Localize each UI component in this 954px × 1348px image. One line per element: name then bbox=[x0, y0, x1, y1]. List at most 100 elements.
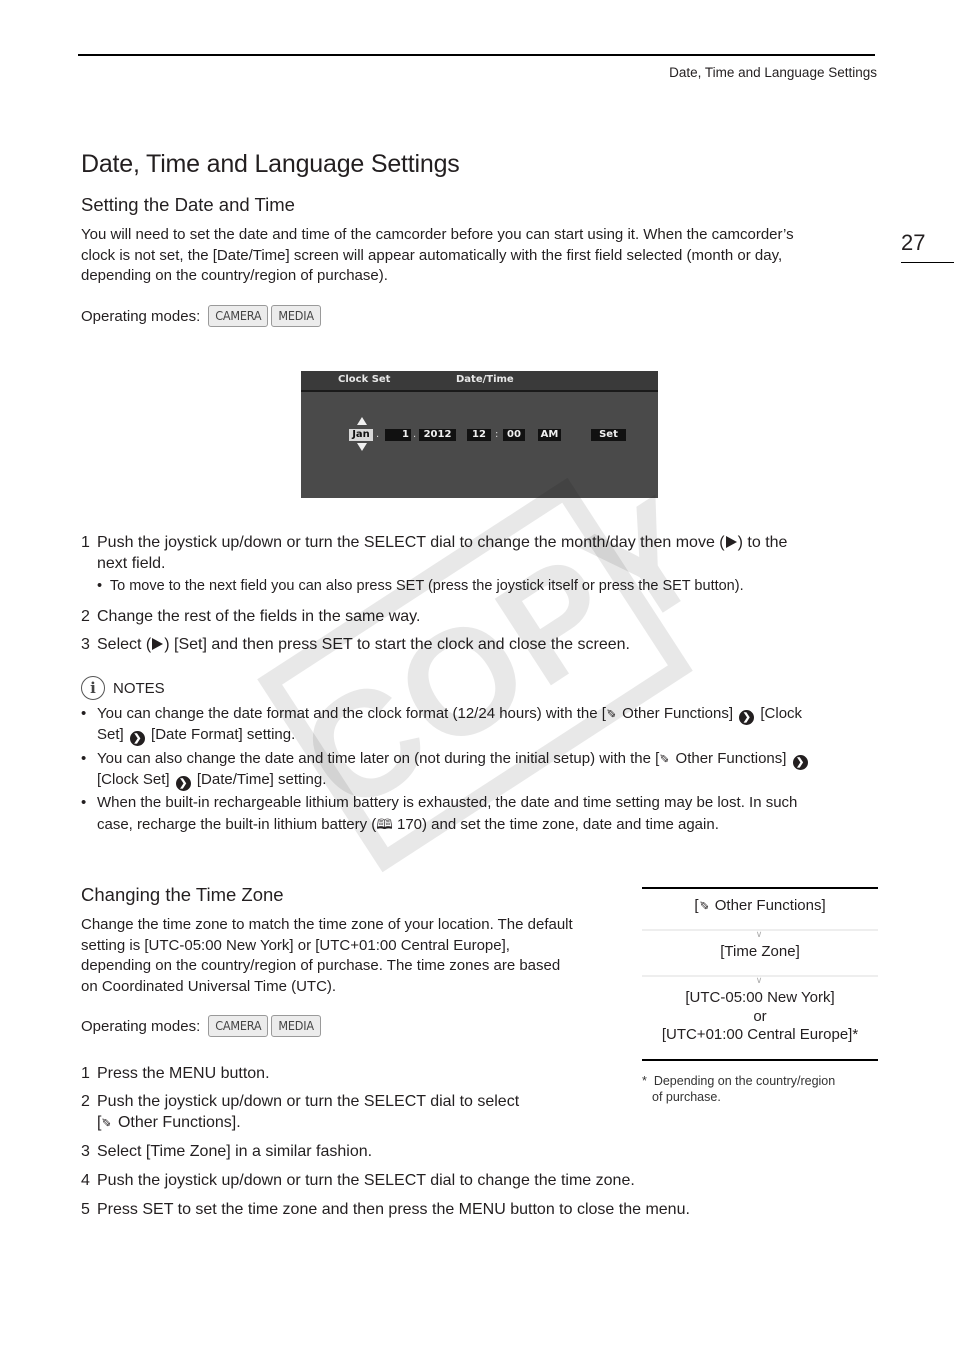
mode-badge-media: MEDIA bbox=[271, 1015, 321, 1037]
up-arrow-icon bbox=[357, 417, 367, 425]
bullet-icon: • bbox=[81, 750, 87, 767]
menu-path-item-setting: [UTC-05:00 New York] or [UTC+01:00 Centr… bbox=[642, 989, 878, 1045]
hour-field: 12 bbox=[467, 429, 491, 441]
date-separator: . bbox=[376, 429, 380, 440]
step-4: 4 Push the joystick up/down or turn the S… bbox=[81, 1170, 635, 1191]
page-reference-link[interactable]: 170 bbox=[393, 816, 422, 833]
step-3: 3 Select [Time Zone] in a similar fashion… bbox=[81, 1141, 372, 1162]
section2-intro: Change the time zone to match the time z… bbox=[81, 915, 621, 997]
section-title-time-zone: Changing the Time Zone bbox=[81, 884, 284, 905]
operating-modes: Operating modes: CAMERA MEDIA bbox=[81, 305, 321, 327]
nav-arrow-icon: ❯ bbox=[739, 710, 755, 725]
box-bottom-rule bbox=[642, 1059, 878, 1061]
screen-menu-label: Clock Set bbox=[338, 374, 391, 385]
footnote-mark: * bbox=[642, 1074, 647, 1088]
bullet-icon: • bbox=[81, 794, 87, 811]
wrench-icon: ✐ bbox=[101, 1116, 112, 1130]
step-text-continued: next field. bbox=[97, 555, 166, 572]
year-field: 2012 bbox=[419, 429, 456, 441]
menu-item-text: Other Functions] bbox=[710, 897, 826, 914]
step-text: Press SET to set the time zone and then … bbox=[97, 1201, 690, 1218]
menu-path-item-time-zone: [Time Zone] bbox=[720, 943, 800, 960]
section-title-date-time: Setting the Date and Time bbox=[81, 194, 295, 215]
intro-line: Change the time zone to match the time z… bbox=[81, 916, 573, 933]
note-item: • You can change the date format and the… bbox=[81, 704, 871, 746]
footnote-text: Depending on the country/region bbox=[653, 1074, 836, 1088]
step-text-continued: Other Functions]. bbox=[113, 1114, 241, 1131]
bracket: [ bbox=[694, 897, 699, 914]
book-icon: 🕮 bbox=[376, 815, 393, 832]
bullet-icon: • bbox=[81, 705, 87, 722]
note-text: [Date Format] setting. bbox=[146, 726, 296, 743]
nav-arrow-icon: ❯ bbox=[792, 755, 808, 770]
mode-badge-camera: CAMERA bbox=[208, 305, 269, 327]
note-text: ) and set the time zone, date and time a… bbox=[422, 815, 719, 833]
step-text: Select [Time Zone] in a similar fashion. bbox=[97, 1143, 373, 1160]
note-text: Other Functions] bbox=[617, 705, 738, 722]
note-text: case, recharge the built-in lithium batt… bbox=[97, 815, 377, 833]
step-text: ) to the bbox=[737, 534, 788, 551]
page-number: 27 bbox=[901, 230, 926, 255]
time-separator: : bbox=[495, 429, 499, 440]
note-item: • When the built-in rechargeable lithium… bbox=[81, 793, 871, 835]
wrench-icon: ✐ bbox=[605, 707, 616, 721]
note-item: • You can also change the date and time … bbox=[81, 749, 871, 791]
note-text: [Clock Set] bbox=[97, 771, 174, 788]
notes-label: NOTES bbox=[113, 679, 165, 697]
intro-line: on Coordinated Universal Time (UTC). bbox=[81, 977, 337, 995]
header-rule bbox=[78, 54, 875, 56]
intro-line: You will need to set the date and time o… bbox=[81, 226, 794, 243]
mode-badge-media: MEDIA bbox=[271, 305, 321, 327]
step-text: Select ( bbox=[97, 636, 152, 653]
day-field: 1 bbox=[385, 429, 411, 441]
operating-modes-label: Operating modes: bbox=[81, 1017, 201, 1035]
step-1: 1 Push the joystick up/down or turn the S… bbox=[81, 532, 876, 574]
step-2: 2 Change the rest of the fields in the sa… bbox=[81, 606, 420, 627]
step-number: 4 bbox=[81, 1172, 90, 1189]
note-text: [Clock bbox=[756, 705, 803, 722]
nav-arrow-icon: ❯ bbox=[129, 731, 145, 746]
down-arrow-icon bbox=[357, 443, 367, 451]
screen-title: Date/Time bbox=[456, 374, 514, 385]
step-text: Push the joystick up/down or turn the SE… bbox=[97, 1172, 635, 1189]
running-header: Date, Time and Language Settings bbox=[669, 65, 877, 80]
set-button: Set bbox=[591, 429, 626, 441]
step-number: 1 bbox=[81, 534, 90, 551]
notes-header: i NOTES bbox=[81, 676, 165, 700]
page-number-rule bbox=[901, 262, 954, 263]
right-arrow-icon bbox=[725, 536, 737, 548]
step-text: Change the rest of the fields in the sam… bbox=[97, 608, 421, 625]
step-text: Push the joystick up/down or turn the SE… bbox=[97, 1093, 520, 1110]
step-number: 1 bbox=[81, 1065, 90, 1082]
section1-intro: You will need to set the date and time o… bbox=[81, 225, 871, 287]
step-5: 5 Press SET to set the time zone and then… bbox=[81, 1199, 690, 1220]
note-text: Other Functions] bbox=[671, 750, 791, 767]
step-text: ) [Set] and then press SET to start the … bbox=[164, 636, 630, 653]
note-text: [Date/Time] setting. bbox=[192, 771, 327, 788]
step-2: 2 Push the joystick up/down or turn the S… bbox=[81, 1091, 519, 1134]
intro-line: depending on the country/region of purch… bbox=[81, 957, 561, 974]
footnote: * Depending on the country/region of pur… bbox=[642, 1073, 835, 1105]
note-text: You can also change the date and time la… bbox=[97, 750, 660, 767]
chevron-down-icon: ∨ bbox=[755, 929, 763, 939]
step-number: 2 bbox=[81, 608, 90, 625]
box-top-rule bbox=[642, 887, 878, 889]
mode-badge-camera: CAMERA bbox=[208, 1015, 269, 1037]
wrench-icon: ✐ bbox=[659, 752, 670, 766]
footnote-text: of purchase. bbox=[652, 1090, 721, 1104]
setting-option: [UTC+01:00 Central Europe]* bbox=[661, 1026, 859, 1043]
right-arrow-icon bbox=[152, 638, 164, 650]
step-1-subnote: • To move to the next field you can also… bbox=[97, 578, 744, 594]
step-number: 3 bbox=[81, 636, 90, 653]
setting-or: or bbox=[753, 1007, 767, 1025]
step-number: 5 bbox=[81, 1201, 90, 1218]
step-text: Press the MENU button. bbox=[97, 1065, 270, 1082]
step-number: 3 bbox=[81, 1143, 90, 1160]
chevron-down-icon: ∨ bbox=[755, 975, 763, 985]
nav-arrow-icon: ❯ bbox=[175, 776, 191, 791]
intro-line: setting is [UTC-05:00 New York] or [UTC+… bbox=[81, 936, 510, 954]
minute-field: 00 bbox=[503, 429, 525, 441]
info-icon: i bbox=[81, 676, 105, 700]
note-text: When the built-in rechargeable lithium b… bbox=[97, 794, 798, 811]
subnote-text: To move to the next field you can also p… bbox=[109, 578, 744, 594]
